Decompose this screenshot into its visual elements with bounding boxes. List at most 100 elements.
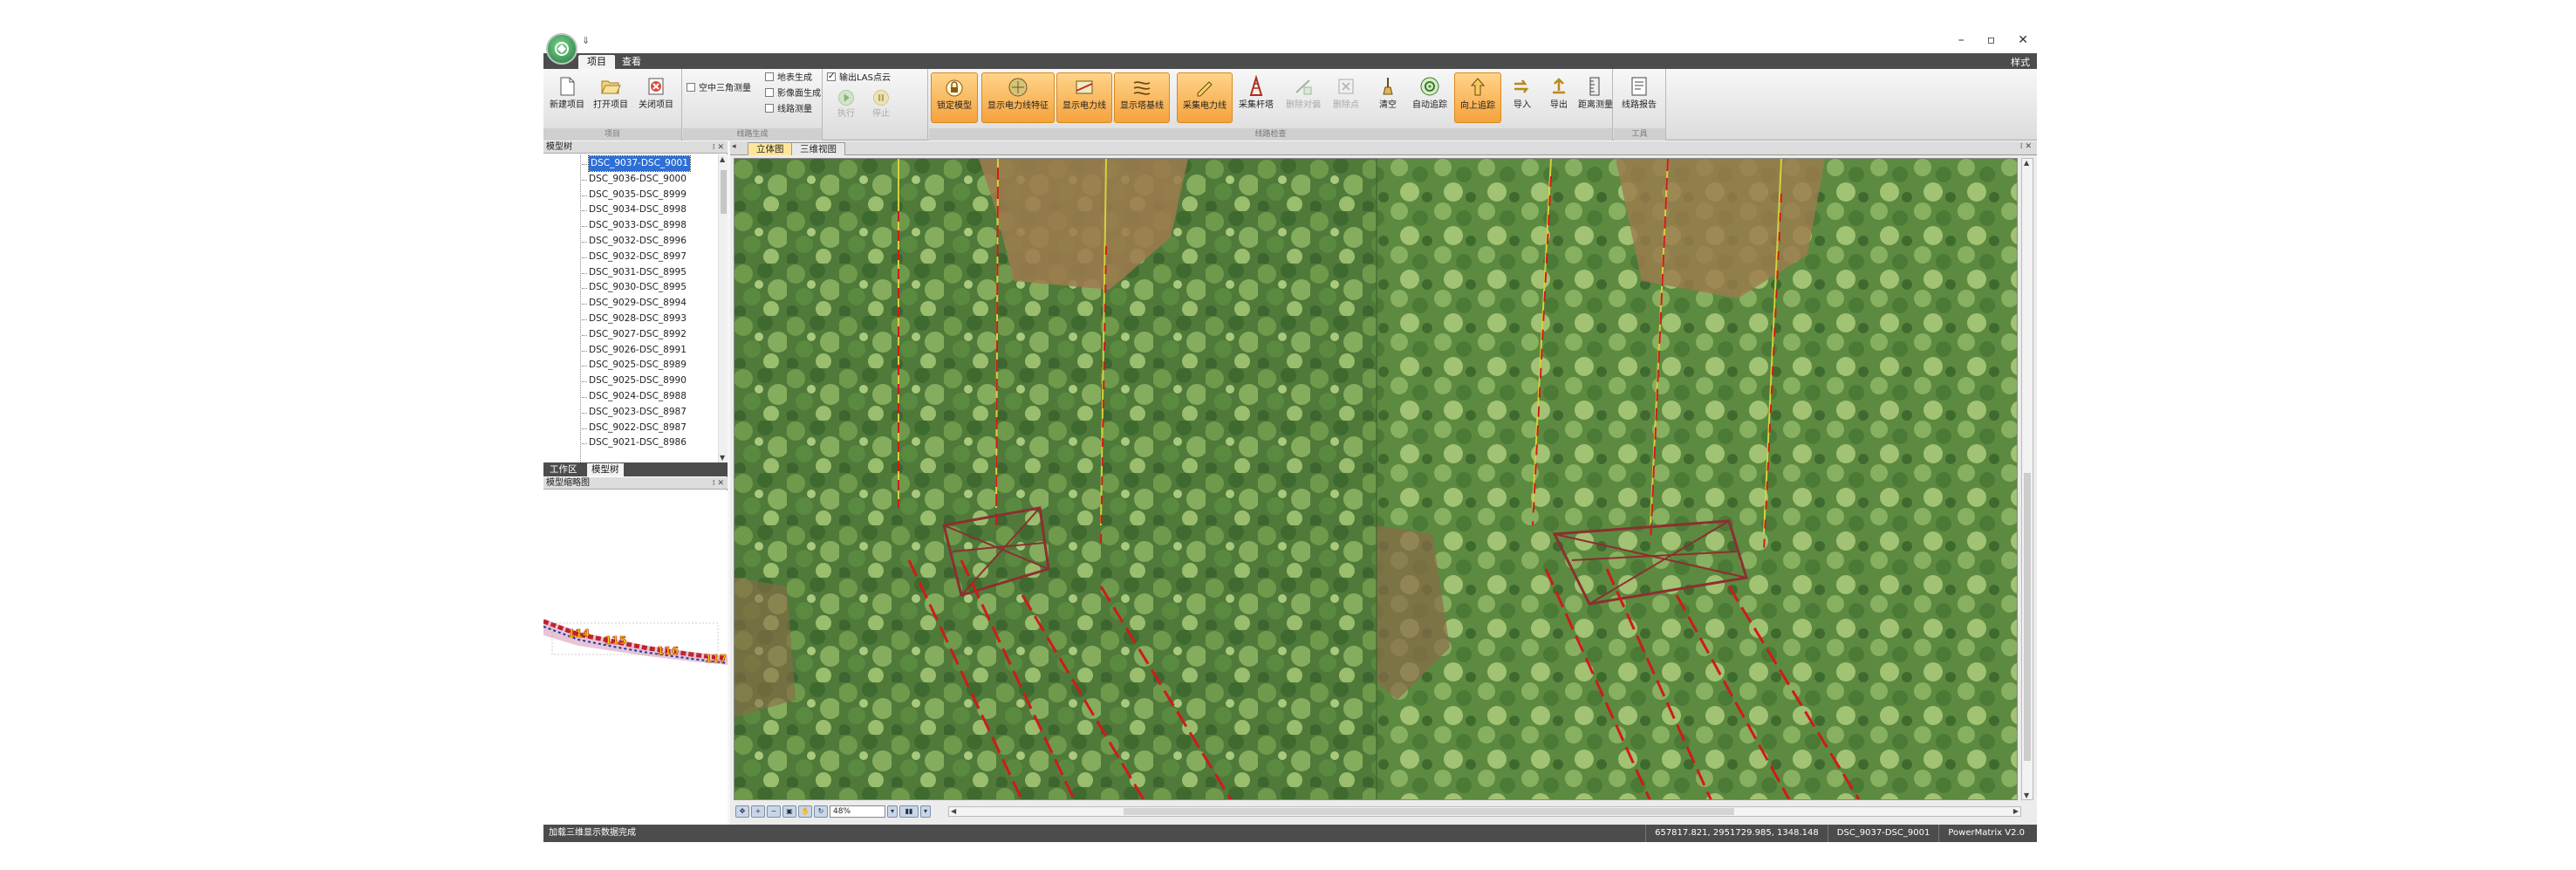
panel-pin-close-icon[interactable]: ⁞ ✕ xyxy=(2020,142,2032,151)
close-project-button[interactable]: 关闭项目 xyxy=(634,72,678,123)
tree-scrollbar[interactable]: ▲ ▼ xyxy=(718,154,728,462)
app-menu-button[interactable] xyxy=(546,33,577,65)
stop-button[interactable]: 停止 xyxy=(865,86,897,125)
pan-tool-icon[interactable]: ✥ xyxy=(735,805,749,818)
zoom-level-field[interactable]: 48% xyxy=(830,805,885,818)
tree-item[interactable]: DSC_9037-DSC_9001 xyxy=(582,155,691,172)
terrain-gen-checkbox[interactable]: 地表生成 xyxy=(765,72,812,85)
tab-view[interactable]: 查看 xyxy=(613,55,650,69)
tower-label-117: 117 xyxy=(705,653,727,665)
execute-button[interactable]: 执行 xyxy=(830,86,862,125)
group-title: 工具 xyxy=(1614,128,1665,140)
group-title: 线路生成 xyxy=(683,128,822,140)
tree-item[interactable]: DSC_9034-DSC_8998 xyxy=(582,202,687,217)
panel-pin-close-icon[interactable]: ⁞ ✕ xyxy=(713,141,724,154)
model-tree: DSC_9037-DSC_9001 DSC_9036-DSC_9000 DSC_90… xyxy=(543,154,718,462)
tower-line-icon xyxy=(1133,81,1151,95)
app-version: PowerMatrix V2.0 xyxy=(1938,825,2033,842)
group-title: 项目 xyxy=(543,128,681,140)
open-project-button[interactable]: 打开项目 xyxy=(589,72,632,123)
fit-view-icon[interactable]: ▣ xyxy=(782,805,796,818)
tree-item[interactable]: DSC_9032-DSC_8997 xyxy=(582,250,687,264)
up-track-button[interactable]: 向上追踪 xyxy=(1454,72,1501,123)
show-tower-line-button[interactable]: 显示塔基线 xyxy=(1114,72,1170,123)
aerial-image[interactable] xyxy=(735,159,2018,800)
restore-button[interactable]: ▫ xyxy=(1987,33,1996,47)
tree-item[interactable]: DSC_9025-DSC_8989 xyxy=(582,358,687,373)
distance-measure-button[interactable]: 距离测量 xyxy=(1578,72,1613,123)
group-title: 线路检查 xyxy=(929,128,1612,140)
close-button[interactable]: ✕ xyxy=(2018,33,2028,47)
panel-pin-close-icon[interactable]: ⁞ ✕ xyxy=(713,477,724,490)
tree-item[interactable]: DSC_9030-DSC_8995 xyxy=(582,280,687,295)
tree-item[interactable]: DSC_9033-DSC_8998 xyxy=(582,218,687,233)
view-mode-icon[interactable]: ▮▮ xyxy=(899,805,919,818)
scroll-thumb[interactable] xyxy=(721,170,727,214)
tree-item[interactable]: DSC_9031-DSC_8995 xyxy=(582,265,687,280)
tree-item[interactable]: DSC_9023-DSC_8987 xyxy=(582,405,687,420)
view-horizontal-scrollbar[interactable]: ◀ ▶ xyxy=(948,806,2021,817)
style-menu[interactable]: 样式 xyxy=(2011,55,2030,69)
current-model: DSC_9037-DSC_9001 xyxy=(1827,825,1939,842)
collect-power-line-button[interactable]: 采集电力线 xyxy=(1177,72,1233,123)
delete-point-button[interactable]: 删除点 xyxy=(1327,72,1365,123)
tab-model-tree[interactable]: 模型树 xyxy=(587,463,624,476)
pause-icon xyxy=(873,90,889,106)
tree-item[interactable]: DSC_9026-DSC_8991 xyxy=(582,343,687,358)
image-gen-checkbox[interactable]: 影像面生成 xyxy=(765,88,821,100)
tab-project[interactable]: 项目 xyxy=(578,55,615,69)
tree-item[interactable]: DSC_9028-DSC_8993 xyxy=(582,312,687,326)
stereo-image-view[interactable] xyxy=(734,158,2018,800)
export-button[interactable]: 导出 xyxy=(1541,72,1576,123)
view-vertical-scrollbar[interactable]: ▲ ▼ xyxy=(2021,158,2033,800)
zoom-dropdown-icon[interactable]: ▾ xyxy=(887,805,898,818)
tree-item[interactable]: DSC_9036-DSC_9000 xyxy=(582,172,687,187)
model-overview[interactable]: 114 115 116 117 xyxy=(543,490,728,825)
quick-access-toolbar[interactable]: ⇓ xyxy=(582,35,590,46)
tree-item[interactable]: DSC_9025-DSC_8990 xyxy=(582,373,687,388)
tree-item[interactable]: DSC_9032-DSC_8996 xyxy=(582,234,687,249)
ribbon-tab-bar: 项目 查看 样式 xyxy=(543,53,2037,69)
tree-item[interactable]: DSC_9021-DSC_8986 xyxy=(582,435,687,450)
left-panel-tabs: 工作区 模型树 xyxy=(543,462,728,476)
scroll-thumb[interactable] xyxy=(2024,473,2031,761)
tab-3d-view[interactable]: 三维视图 xyxy=(791,142,845,155)
tree-item[interactable]: DSC_9029-DSC_8994 xyxy=(582,296,687,311)
line-report-button[interactable]: 线路报告 xyxy=(1619,72,1659,123)
model-tree-header: 模型树 ⁞ ✕ xyxy=(543,141,728,154)
line-measure-checkbox[interactable]: 线路测量 xyxy=(765,104,812,116)
view-mode-dropdown-icon[interactable]: ▾ xyxy=(920,805,931,818)
show-power-line-button[interactable]: 显示电力线 xyxy=(1056,72,1112,123)
new-project-button[interactable]: 新建项目 xyxy=(547,72,587,123)
show-power-feature-button[interactable]: 显示电力线特征 xyxy=(981,72,1055,123)
group-tools: 线路报告 工具 xyxy=(1614,69,1666,140)
zoom-in-icon[interactable]: + xyxy=(751,805,765,818)
aerial-triangulation-checkbox[interactable]: 空中三角测量 xyxy=(687,83,751,95)
power-line-icon xyxy=(1076,80,1093,94)
auto-track-button[interactable]: 自动追踪 xyxy=(1407,72,1452,123)
minimize-button[interactable]: – xyxy=(1958,33,1964,47)
delete-parallel-button[interactable]: 删除对偏 xyxy=(1281,72,1325,123)
tab-stereo-view[interactable]: 立体图 xyxy=(748,142,793,155)
group-line-gen: 空中三角测量 地表生成 影像面生成 线路测量 线路生成 xyxy=(683,69,823,140)
app-window: ⇓ – ▫ ✕ 项目 查看 样式 新建项目 打开项目 关闭项目 项目 空中三角测… xyxy=(543,31,2037,842)
tree-item[interactable]: DSC_9027-DSC_8992 xyxy=(582,327,687,342)
tab-scroll-icon[interactable]: ◂ xyxy=(732,142,736,151)
refresh-icon[interactable]: ↻ xyxy=(814,805,828,818)
tab-workspace[interactable]: 工作区 xyxy=(545,463,582,476)
tree-item[interactable]: DSC_9022-DSC_8987 xyxy=(582,421,687,435)
lock-model-button[interactable]: 锁定模型 xyxy=(931,72,978,123)
export-las-checkbox[interactable]: 输出LAS点云 xyxy=(827,71,891,85)
tree-item[interactable]: DSC_9035-DSC_8999 xyxy=(582,188,687,202)
coordinate-readout: 657817.821, 2951729.985, 1348.148 xyxy=(1645,825,1828,842)
collect-tower-button[interactable]: 采集杆塔 xyxy=(1234,72,1278,123)
zoom-out-icon[interactable]: − xyxy=(767,805,781,818)
tower-label-115: 115 xyxy=(605,634,626,647)
group-line-detect: 锁定模型 显示电力线特征 显示电力线 显示塔基线 采集电力线 采集杆塔 删除对偏 xyxy=(929,69,1613,140)
group-exec: 输出LAS点云 执行 停止 xyxy=(823,69,928,140)
clear-button[interactable]: 清空 xyxy=(1370,72,1405,123)
hand-tool-icon[interactable]: ✋ xyxy=(798,805,812,818)
scroll-thumb[interactable] xyxy=(1124,808,1734,815)
import-button[interactable]: 导入 xyxy=(1505,72,1540,123)
tree-item[interactable]: DSC_9024-DSC_8988 xyxy=(582,389,687,404)
